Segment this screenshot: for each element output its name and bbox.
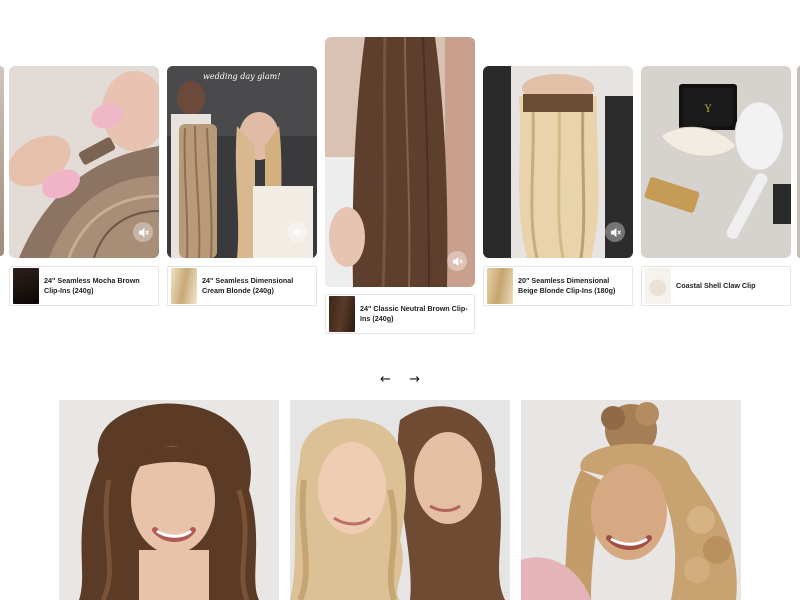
speaker-muted-icon bbox=[610, 227, 621, 237]
video-thumbnail[interactable] bbox=[483, 66, 633, 258]
product-card[interactable]: 24" Seamless Dimensional Cream Blonde (2… bbox=[167, 266, 317, 306]
speaker-muted-icon bbox=[452, 256, 463, 266]
model-tile-blonde-brunette-duo[interactable] bbox=[290, 400, 510, 600]
product-title[interactable]: 24" Seamless Dimensional Cream Blonde (2… bbox=[202, 276, 312, 296]
straight-brown-hair-image bbox=[325, 37, 475, 287]
svg-text:Y: Y bbox=[704, 104, 712, 115]
model-tile-curly-blonde-ponytail[interactable] bbox=[521, 400, 741, 600]
product-title[interactable]: 20" Seamless Dimensional Beige Blonde Cl… bbox=[518, 276, 628, 296]
video-thumbnail[interactable] bbox=[9, 66, 159, 258]
product-card[interactable]: 20" Seamless Dimensional Beige Blonde Cl… bbox=[483, 266, 633, 306]
product-card[interactable]: Coastal Shell Claw Clip bbox=[641, 266, 791, 306]
carousel-edge-slide-left[interactable] bbox=[0, 66, 4, 256]
model-image-grid bbox=[59, 400, 742, 600]
model-tile-brunette-waves[interactable] bbox=[59, 400, 279, 600]
video-thumbnail[interactable] bbox=[325, 37, 475, 287]
product-thumbnail bbox=[329, 296, 355, 332]
product-thumbnail bbox=[13, 268, 39, 304]
carousel-arrows: ← → bbox=[380, 372, 420, 388]
product-card[interactable]: 24" Seamless Mocha Brown Clip-Ins (240g) bbox=[9, 266, 159, 306]
product-thumbnail bbox=[645, 268, 671, 304]
product-title[interactable]: 24" Classic Neutral Brown Clip-Ins (240g… bbox=[360, 304, 470, 324]
video-thumbnail[interactable]: Y bbox=[641, 66, 791, 258]
product-title[interactable]: Coastal Shell Claw Clip bbox=[676, 281, 755, 291]
carousel-next-arrow-icon[interactable]: → bbox=[409, 372, 420, 388]
product-thumbnail bbox=[171, 268, 197, 304]
video-caption-overlay: wedding day glam! bbox=[203, 72, 281, 81]
mute-toggle[interactable] bbox=[605, 222, 625, 242]
carousel-prev-arrow-icon[interactable]: ← bbox=[380, 372, 391, 388]
product-thumbnail bbox=[487, 268, 513, 304]
accessories-flatlay-image: Y bbox=[641, 66, 791, 258]
brunette-waves-model-image bbox=[59, 400, 279, 600]
mute-toggle[interactable] bbox=[133, 222, 153, 242]
product-card[interactable]: 24" Classic Neutral Brown Clip-Ins (240g… bbox=[325, 294, 475, 334]
ugc-video-carousel: 24" Seamless Mocha Brown Clip-Ins (240g)… bbox=[0, 0, 800, 345]
mute-toggle[interactable] bbox=[287, 222, 307, 242]
mute-toggle[interactable] bbox=[447, 251, 467, 271]
video-thumbnail[interactable]: wedding day glam! bbox=[167, 66, 317, 258]
speaker-muted-icon bbox=[292, 227, 303, 237]
speaker-muted-icon bbox=[138, 227, 149, 237]
curly-blonde-ponytail-image bbox=[521, 400, 741, 600]
product-title[interactable]: 24" Seamless Mocha Brown Clip-Ins (240g) bbox=[44, 276, 154, 296]
blonde-brunette-duo-image bbox=[290, 400, 510, 600]
